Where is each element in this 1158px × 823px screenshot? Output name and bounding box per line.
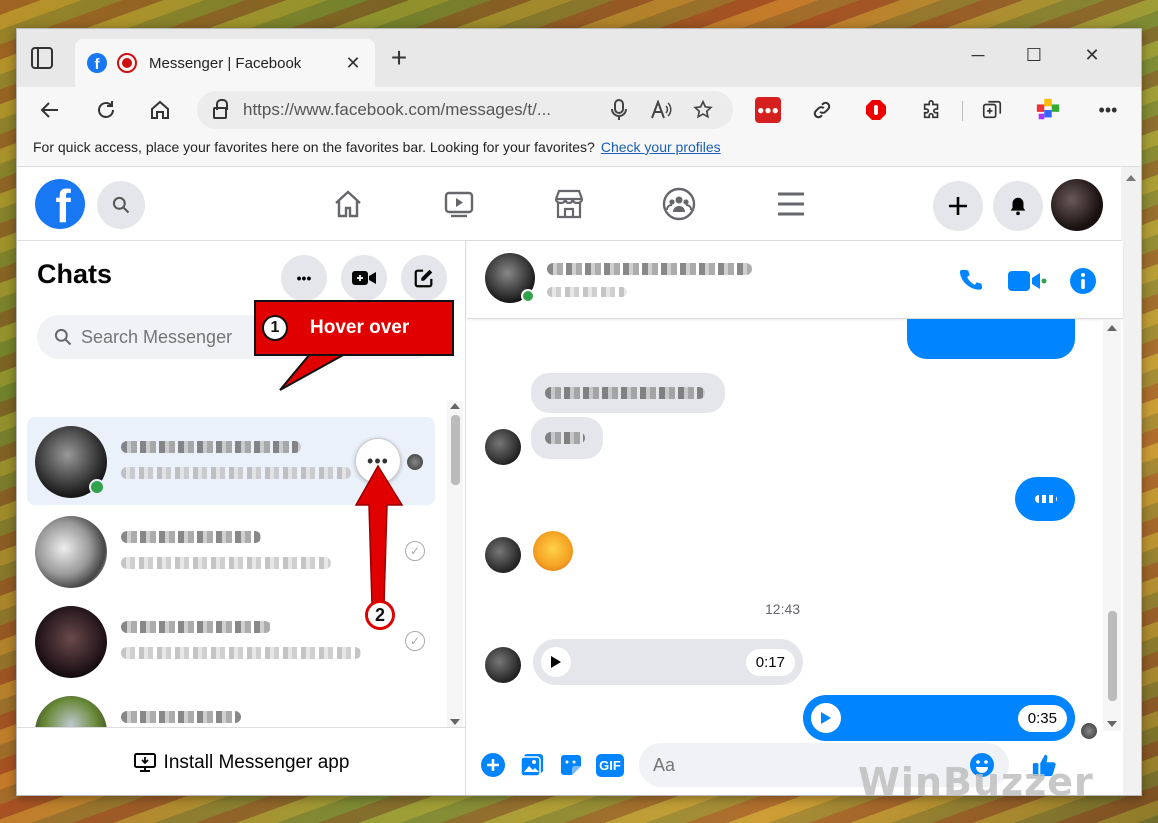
hover-over-callout: 1 Hover over <box>254 300 454 356</box>
annotation-arrows <box>279 353 404 606</box>
step1-text: Hover over <box>310 317 410 338</box>
winbuzzer-watermark: WinBuzzer <box>858 760 1094 804</box>
step2-arrow <box>354 464 404 606</box>
step2-number: 2 <box>365 600 395 630</box>
callout-pointer <box>279 353 349 391</box>
step1-number: 1 <box>262 315 288 341</box>
